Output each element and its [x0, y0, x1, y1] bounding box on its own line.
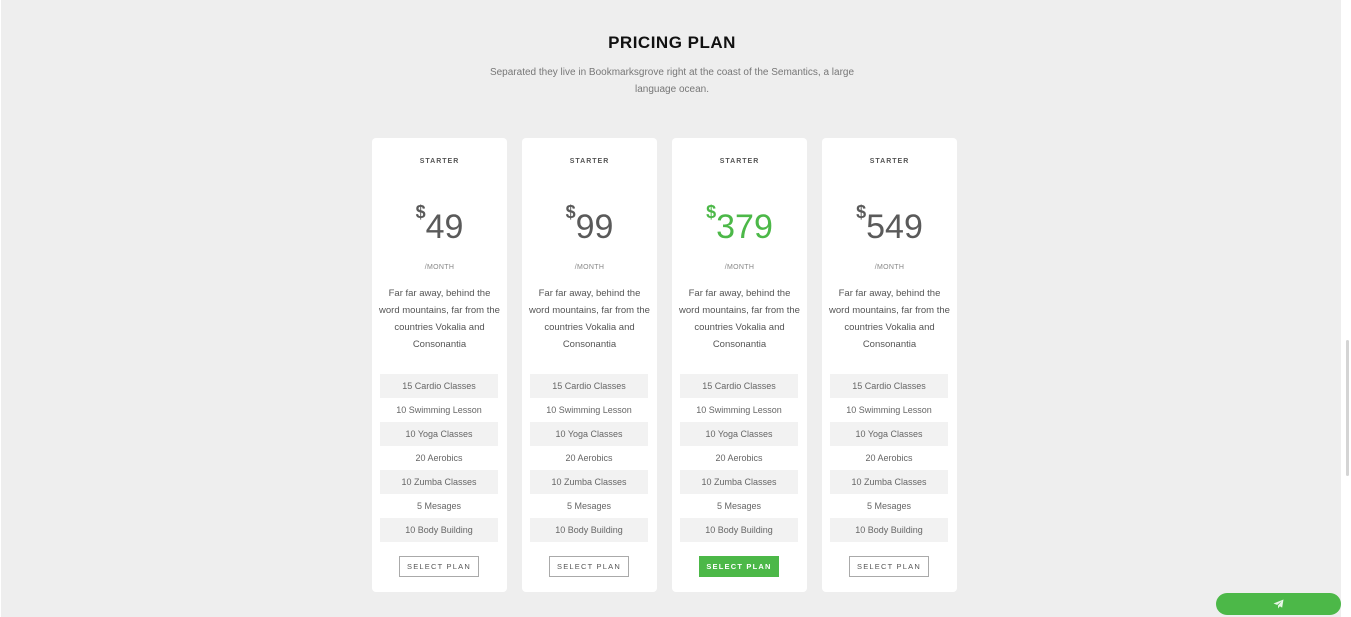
plan-feature-item: 10 Body Building [380, 518, 498, 542]
plan-feature-item: 20 Aerobics [715, 453, 763, 463]
plan-price: $49 [372, 200, 507, 246]
plan-feature-item: 10 Zumba Classes [380, 470, 498, 494]
plan-feature-item: 10 Yoga Classes [380, 422, 498, 446]
plan-feature-item: 10 Zumba Classes [680, 470, 798, 494]
price-currency: $ [415, 202, 426, 222]
plan-feature-item: 10 Yoga Classes [530, 422, 648, 446]
plan-feature-item: 10 Zumba Classes [830, 470, 948, 494]
price-amount: 379 [716, 208, 773, 246]
plan-feature-item: 10 Body Building [680, 518, 798, 542]
plan-period: /MONTH [724, 264, 755, 271]
plan-feature-item: 20 Aerobics [565, 453, 613, 463]
select-plan-button[interactable]: SELECT PLAN [849, 556, 929, 577]
vertical-scrollbar[interactable] [1342, 0, 1351, 617]
plan-tier: STARTER [569, 158, 610, 165]
plan-description: Far far away, behind the word mountains,… [379, 288, 500, 350]
price-currency: $ [856, 202, 867, 222]
plan-price: $99 [522, 200, 657, 246]
plan-feature-item: 15 Cardio Classes [830, 374, 948, 398]
select-plan-button[interactable]: SELECT PLAN [549, 556, 629, 577]
page-viewport: PRICING PLAN Separated they live in Book… [1, 0, 1341, 617]
pricing-card: STARTER $379 /MONTH Far far away, behind… [672, 138, 807, 592]
plan-feature-item: 15 Cardio Classes [380, 374, 498, 398]
pricing-card: STARTER $549 /MONTH Far far away, behind… [822, 138, 957, 592]
plan-feature-item: 20 Aerobics [865, 453, 913, 463]
plan-feature-item: 5 Mesages [716, 501, 762, 511]
plan-feature-item: 10 Swimming Lesson [696, 405, 782, 415]
plan-feature-item: 5 Mesages [566, 501, 612, 511]
plan-feature-item: 10 Swimming Lesson [846, 405, 932, 415]
plan-feature-item: 15 Cardio Classes [530, 374, 648, 398]
plan-price: $379 [672, 200, 807, 246]
plan-description: Far far away, behind the word mountains,… [679, 288, 800, 350]
section-subtitle: Separated they live in Bookmarksgrove ri… [489, 67, 855, 95]
plan-features-list: 15 Cardio Classes 10 Swimming Lesson 10 Yo… [680, 374, 798, 542]
price-currency: $ [706, 202, 717, 222]
plan-period: /MONTH [874, 264, 905, 271]
plan-feature-item: 10 Yoga Classes [830, 422, 948, 446]
plan-features-list: 15 Cardio Classes 10 Swimming Lesson 10 Yo… [530, 374, 648, 542]
plan-features-list: 15 Cardio Classes 10 Swimming Lesson 10 Yo… [830, 374, 948, 542]
plan-period: /MONTH [424, 264, 455, 271]
plan-tier: STARTER [719, 158, 760, 165]
plan-feature-item: 10 Body Building [530, 518, 648, 542]
pricing-card: STARTER $99 /MONTH Far far away, behind … [522, 138, 657, 592]
plan-feature-item: 10 Swimming Lesson [396, 405, 482, 415]
price-currency: $ [565, 202, 576, 222]
plan-tier: STARTER [869, 158, 910, 165]
plan-tier: STARTER [419, 158, 460, 165]
select-plan-button[interactable]: SELECT PLAN [399, 556, 479, 577]
plan-feature-item: 10 Body Building [830, 518, 948, 542]
plan-description: Far far away, behind the word mountains,… [529, 288, 650, 350]
scrollbar-thumb[interactable] [1346, 340, 1349, 476]
paper-plane-icon [1273, 595, 1284, 612]
price-amount: 99 [575, 208, 614, 246]
section-title: PRICING PLAN [608, 33, 736, 52]
plan-feature-item: 10 Swimming Lesson [546, 405, 632, 415]
plan-feature-item: 5 Mesages [866, 501, 912, 511]
plan-price: $549 [822, 200, 957, 246]
plan-features-list: 15 Cardio Classes 10 Swimming Lesson 10 Yo… [380, 374, 498, 542]
plan-feature-item: 10 Yoga Classes [680, 422, 798, 446]
select-plan-button[interactable]: SELECT PLAN [699, 556, 779, 577]
plan-period: /MONTH [574, 264, 605, 271]
price-amount: 49 [425, 208, 464, 246]
price-amount: 549 [866, 208, 923, 246]
send-message-button[interactable] [1216, 593, 1341, 615]
plan-feature-item: 5 Mesages [416, 501, 462, 511]
plan-description: Far far away, behind the word mountains,… [829, 288, 950, 350]
plan-feature-item: 20 Aerobics [415, 453, 463, 463]
plan-feature-item: 10 Zumba Classes [530, 470, 648, 494]
pricing-card: STARTER $49 /MONTH Far far away, behind … [372, 138, 507, 592]
plan-feature-item: 15 Cardio Classes [680, 374, 798, 398]
